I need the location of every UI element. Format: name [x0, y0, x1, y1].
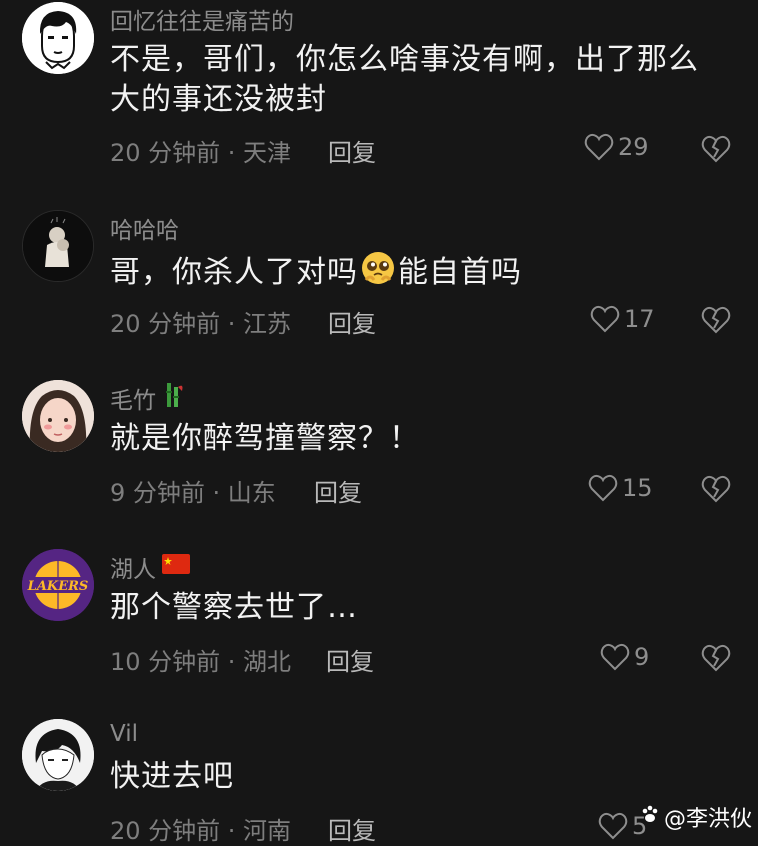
comment-text: 那个警察去世了…	[110, 590, 358, 625]
username[interactable]: 哈哈哈	[110, 211, 179, 245]
comment-text: 就是你醉驾撞警察？！	[110, 421, 420, 456]
heart-icon	[598, 812, 628, 840]
comment-time-location: 20 分钟前 · 江苏	[110, 310, 292, 338]
avatar[interactable]	[22, 380, 94, 452]
like-count: 17	[624, 305, 655, 333]
reply-button[interactable]: 回复	[326, 642, 374, 677]
lakers-logo-avatar-icon: LAKERS	[22, 549, 94, 621]
heart-icon	[584, 133, 614, 161]
broken-heart-icon	[701, 475, 731, 503]
cartoon-boy-avatar-icon	[22, 2, 94, 74]
like-button[interactable]: 15	[588, 474, 653, 502]
avatar[interactable]	[22, 719, 94, 791]
username[interactable]: 湖人	[110, 550, 190, 584]
comment-time-location: 10 分钟前 · 湖北	[110, 648, 292, 676]
comment-text: 快进去吧	[110, 759, 234, 794]
heart-icon	[590, 305, 620, 333]
girl-photo-avatar-icon	[22, 380, 94, 452]
comment-text: 哥，你杀人了对吗 能自首吗	[110, 250, 720, 297]
comment-time-location: 9 分钟前 · 山东	[110, 479, 276, 507]
lakers-wordmark: LAKERS	[27, 579, 89, 594]
username[interactable]: 回忆往往是痛苦的	[110, 2, 294, 36]
reply-button[interactable]: 回复	[328, 304, 376, 339]
dislike-button[interactable]	[700, 475, 732, 507]
heart-icon	[600, 643, 630, 671]
avatar[interactable]: LAKERS	[22, 549, 94, 621]
reply-button[interactable]: 回复	[328, 133, 376, 168]
avatar[interactable]	[22, 2, 94, 74]
like-count: 15	[622, 474, 653, 502]
hugging-figure-avatar-icon	[23, 211, 93, 281]
dislike-button[interactable]	[700, 135, 732, 167]
like-button[interactable]: 17	[590, 305, 655, 333]
username[interactable]: Vil	[110, 721, 138, 747]
like-count: 29	[618, 133, 649, 161]
bamboo-badge-icon	[162, 381, 184, 415]
like-count: 9	[634, 643, 650, 671]
china-flag-icon	[162, 554, 190, 580]
heart-icon	[588, 474, 618, 502]
broken-heart-icon	[701, 135, 731, 163]
watermark: @李洪伙	[640, 801, 752, 833]
broken-heart-icon	[701, 644, 731, 672]
watermark-text: @李洪伙	[664, 807, 753, 832]
anime-boy-avatar-icon	[22, 719, 94, 791]
comment-text: 不是，哥们，你怎么啥事没有啊，出了那么大的事还没被封	[110, 42, 699, 117]
avatar[interactable]	[22, 210, 94, 282]
pleading-face-emoji-icon	[360, 250, 396, 297]
username[interactable]: 毛竹	[110, 381, 184, 415]
broken-heart-icon	[701, 306, 731, 334]
like-button[interactable]: 29	[584, 133, 649, 161]
paw-icon	[640, 804, 660, 830]
like-button[interactable]: 9	[600, 643, 649, 671]
dislike-button[interactable]	[700, 306, 732, 338]
comment-time-location: 20 分钟前 · 天津	[110, 139, 292, 167]
reply-button[interactable]: 回复	[314, 473, 362, 508]
dislike-button[interactable]	[700, 644, 732, 676]
